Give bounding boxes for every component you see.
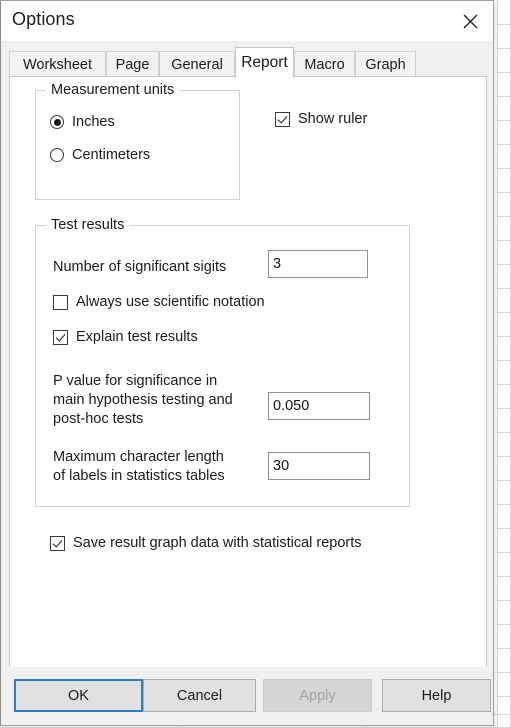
spreadsheet-gridline (497, 432, 511, 433)
tab-worksheet[interactable]: Worksheet (9, 51, 106, 77)
checkbox-explain-test-results[interactable]: Explain test results (53, 329, 198, 345)
spreadsheet-gridline (497, 312, 511, 313)
tab-label: Worksheet (22, 56, 93, 73)
spreadsheet-gridline (497, 504, 511, 505)
checkbox-show-ruler-label: Show ruler (298, 111, 368, 127)
spreadsheet-gridline (497, 264, 511, 265)
input-max-label-length[interactable] (268, 452, 370, 480)
radio-centimeters-label: Centimeters (72, 147, 151, 163)
spreadsheet-gridline (497, 672, 511, 673)
tab-report[interactable]: Report (235, 47, 294, 79)
help-button-label: Help (421, 687, 452, 704)
checkbox-save-graph-data[interactable]: Save result graph data with statistical … (50, 535, 362, 551)
options-dialog: Options Worksheet Page General Report Ma… (0, 0, 494, 726)
ok-button[interactable]: OK (14, 679, 143, 712)
tab-label: Page (115, 56, 150, 73)
checkbox-show-ruler[interactable]: Show ruler (275, 111, 367, 127)
tab-graph[interactable]: Graph (355, 51, 416, 77)
cancel-button-label: Cancel (176, 687, 223, 704)
spreadsheet-gridline (497, 24, 511, 25)
tab-label: Report (241, 54, 288, 71)
dialog-footer: OK Cancel Apply Help (1, 667, 493, 725)
input-significant-digits[interactable] (268, 250, 368, 278)
ok-button-label: OK (68, 687, 89, 704)
spreadsheet-gridline (497, 96, 511, 97)
checkbox-explain-test-results-label: Explain test results (76, 329, 198, 345)
tab-strip: Worksheet Page General Report Macro Grap… (9, 47, 485, 79)
dialog-title: Options (12, 9, 75, 29)
checkbox-scientific-notation-label: Always use scientific notation (76, 294, 265, 310)
report-tab-panel: Measurement units Inches Centimeters Sho… (9, 76, 487, 668)
radio-centimeters-mark (50, 148, 64, 162)
cancel-button[interactable]: Cancel (143, 679, 256, 712)
measurement-units-group: Measurement units Inches Centimeters (35, 82, 240, 200)
radio-inches[interactable]: Inches (50, 114, 115, 130)
label-p-value: P value for significance in main hypothe… (53, 373, 233, 427)
spreadsheet-gridline (497, 120, 511, 121)
spreadsheet-gridline (497, 48, 511, 49)
spreadsheet-gridline (497, 336, 511, 337)
radio-centimeters[interactable]: Centimeters (50, 147, 150, 163)
spreadsheet-gridline (497, 480, 511, 481)
spreadsheet-gridline (497, 456, 511, 457)
checkbox-scientific-notation[interactable]: Always use scientific notation (53, 294, 265, 310)
dialog-titlebar: Options (1, 1, 493, 41)
label-significant-digits: Number of significant sigits (53, 259, 227, 275)
spreadsheet-gridline (497, 624, 511, 625)
spreadsheet-gridline (497, 576, 511, 577)
test-results-legend: Test results (46, 217, 130, 233)
close-button[interactable] (447, 1, 493, 41)
tab-macro[interactable]: Macro (294, 51, 355, 77)
apply-button-label: Apply (299, 687, 336, 704)
spreadsheet-gridline (497, 240, 511, 241)
spreadsheet-gridline (497, 168, 511, 169)
checkbox-scientific-notation-mark (53, 294, 68, 310)
spreadsheet-gridline (497, 192, 511, 193)
spreadsheet-gridline (497, 528, 511, 529)
spreadsheet-gridline (497, 648, 511, 649)
test-results-group: Test results Number of significant sigit… (35, 217, 410, 507)
tab-label: General (171, 56, 223, 73)
spreadsheet-gridline (497, 0, 498, 728)
apply-button: Apply (263, 679, 372, 712)
close-icon (463, 14, 477, 28)
spreadsheet-gridline (497, 408, 511, 409)
spreadsheet-gridline (497, 384, 511, 385)
radio-inches-mark (50, 115, 64, 129)
spreadsheet-gridline (497, 696, 511, 697)
checkbox-save-graph-data-mark (50, 535, 65, 551)
checkbox-show-ruler-mark (275, 111, 290, 127)
tab-general[interactable]: General (159, 51, 235, 77)
checkbox-save-graph-data-label: Save result graph data with statistical … (73, 535, 362, 551)
spreadsheet-gridline (497, 600, 511, 601)
tab-label: Macro (304, 56, 345, 73)
spreadsheet-gridline (497, 360, 511, 361)
spreadsheet-gridline (497, 288, 511, 289)
label-max-label-length: Maximum character length of labels in st… (53, 449, 225, 484)
radio-inches-label: Inches (72, 114, 115, 130)
spreadsheet-gridline (497, 552, 511, 553)
checkbox-explain-test-results-mark (53, 329, 68, 345)
tab-page[interactable]: Page (106, 51, 159, 77)
tab-label: Graph (365, 56, 406, 73)
spreadsheet-gridline (497, 72, 511, 73)
measurement-units-legend: Measurement units (46, 82, 180, 98)
spreadsheet-gridline (497, 144, 511, 145)
spreadsheet-gridline (497, 216, 511, 217)
help-button[interactable]: Help (382, 679, 491, 712)
input-p-value[interactable] (268, 392, 370, 420)
